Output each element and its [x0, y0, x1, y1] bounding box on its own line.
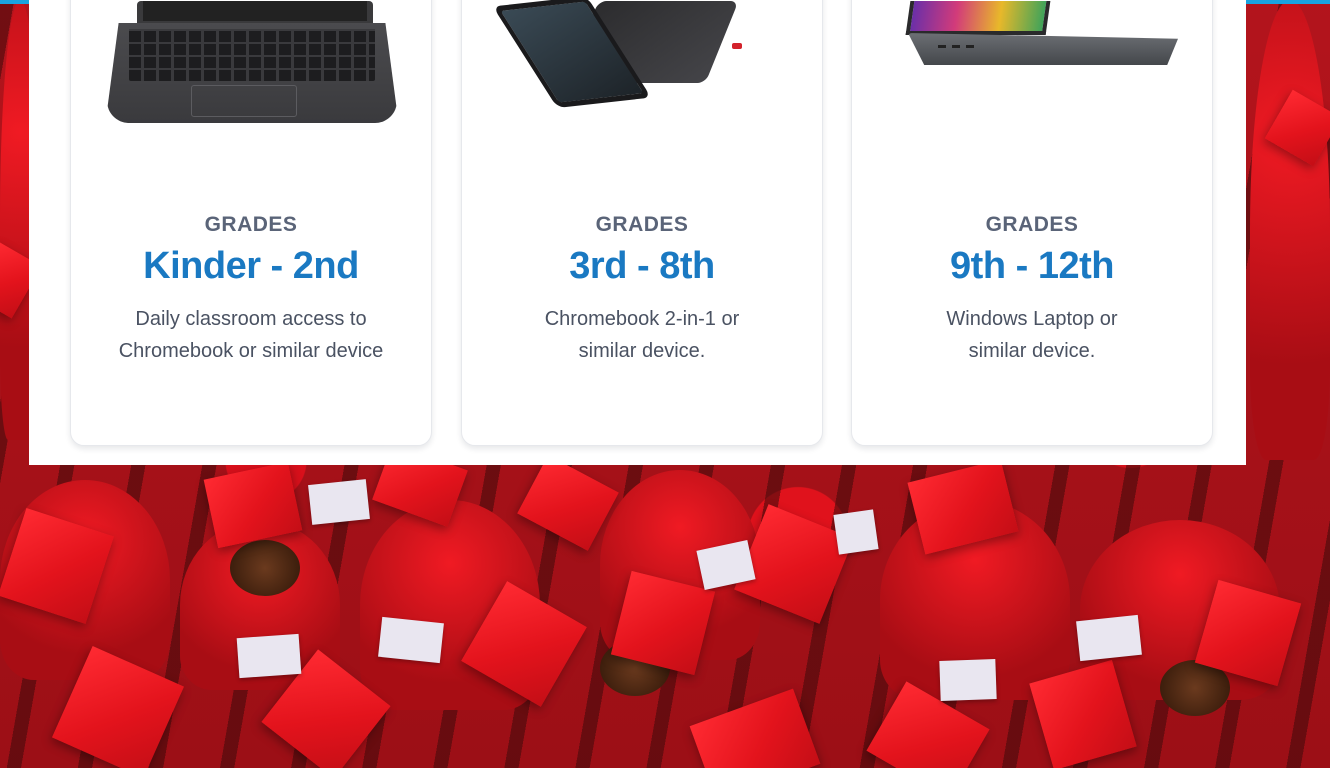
chromebook-laptop-icon — [71, 0, 431, 141]
device-cards-section: GRADES Kinder - 2nd Daily classroom acce… — [29, 0, 1246, 465]
device-description: Chromebook 2-in-1 or similar device. — [544, 308, 740, 362]
grades-label: GRADES — [595, 213, 689, 236]
program-paper — [833, 509, 879, 555]
program-paper — [1076, 614, 1142, 662]
graduation-cap — [689, 688, 821, 768]
grades-label: GRADES — [204, 213, 298, 236]
windows-laptop-icon — [852, 0, 1212, 141]
grade-range: Kinder - 2nd — [143, 245, 359, 287]
device-card-kinder: GRADES Kinder - 2nd Daily classroom acce… — [70, 0, 432, 446]
grade-range: 3rd - 8th — [569, 245, 715, 287]
program-paper — [939, 659, 997, 701]
grades-label: GRADES — [985, 213, 1079, 236]
chromebook-2in1-icon — [462, 0, 822, 141]
device-description: Daily classroom access to Chromebook or … — [118, 308, 384, 362]
grade-range: 9th - 12th — [950, 245, 1114, 287]
program-paper — [378, 616, 444, 664]
device-description: Windows Laptop or similar device. — [946, 308, 1118, 362]
device-card-middle: GRADES 3rd - 8th Chromebook 2-in-1 or si… — [461, 0, 823, 446]
device-card-high: GRADES 9th - 12th Windows Laptop or simi… — [851, 0, 1213, 446]
program-paper — [236, 633, 302, 679]
graduate-robe — [1250, 0, 1330, 460]
program-paper — [308, 479, 370, 525]
graduate-hair — [230, 540, 300, 596]
